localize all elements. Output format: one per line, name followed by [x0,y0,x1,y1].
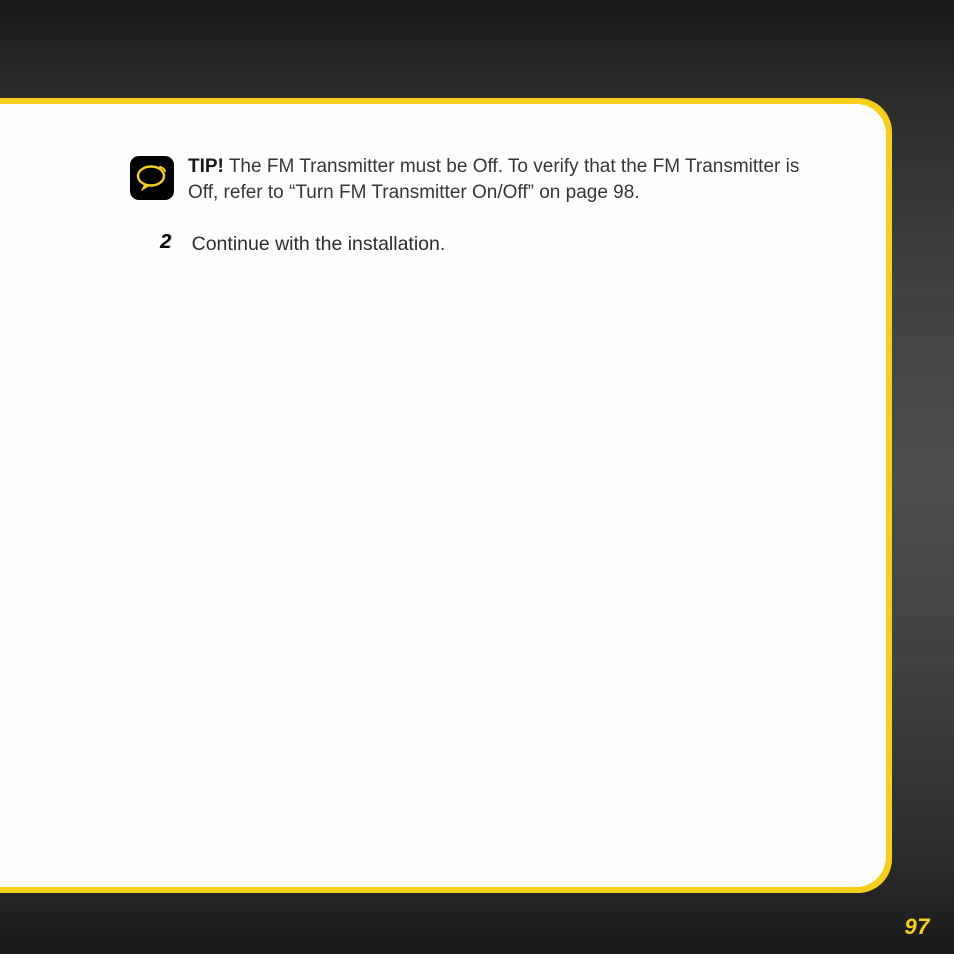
page-frame: TIP! The FM Transmitter must be Off. To … [0,98,892,893]
tip-body: The FM Transmitter must be Off. To verif… [188,156,799,203]
speech-bubble-icon [130,156,174,200]
tip-label: TIP! [188,156,224,177]
step-text: Continue with the installation. [192,231,446,257]
page-content: TIP! The FM Transmitter must be Off. To … [0,104,886,887]
tip-text: TIP! The FM Transmitter must be Off. To … [188,154,831,205]
page-number: 97 [905,914,930,940]
tip-callout: TIP! The FM Transmitter must be Off. To … [130,154,831,205]
step-item: 2 Continue with the installation. [160,231,831,257]
step-number: 2 [160,231,172,254]
